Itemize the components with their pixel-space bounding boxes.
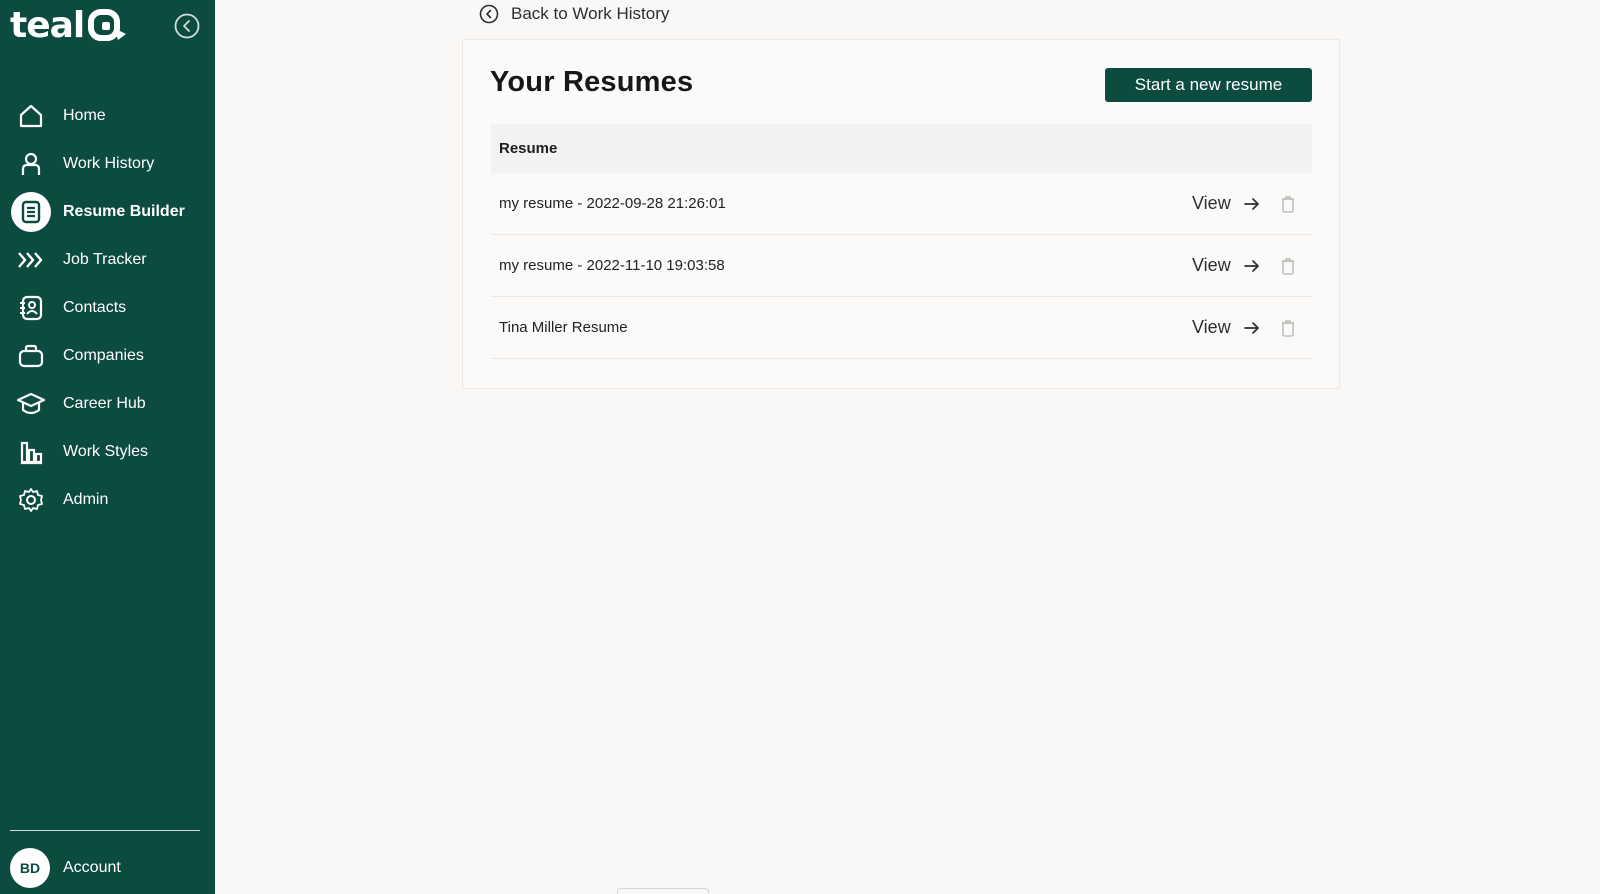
person-icon [13, 146, 49, 182]
account-menu[interactable]: BD Account [10, 848, 200, 888]
sidebar-item-label: Resume Builder [63, 203, 185, 220]
sidebar-item-contacts[interactable]: Contacts [0, 284, 215, 332]
gear-icon [13, 482, 49, 518]
table-row: Tina Miller Resume View [491, 297, 1312, 359]
column-header-resume: Resume [499, 140, 558, 157]
back-link-label: Back to Work History [511, 4, 670, 23]
view-button[interactable]: View [1192, 193, 1261, 214]
teal-logo[interactable]: teal [10, 6, 128, 46]
back-circle-icon [479, 4, 499, 24]
resume-name[interactable]: my resume - 2022-11-10 19:03:58 [499, 257, 725, 274]
sidebar-item-label: Contacts [63, 299, 127, 316]
view-label: View [1192, 193, 1231, 213]
sidebar-item-resume-builder[interactable]: Resume Builder [0, 188, 215, 236]
account-label: Account [63, 859, 121, 876]
sidebar-item-label: Admin [63, 491, 109, 508]
sidebar-item-career-hub[interactable]: Career Hub [0, 380, 215, 428]
collapse-sidebar-icon[interactable] [174, 13, 200, 39]
sidebar-item-label: Work History [63, 155, 155, 172]
resumes-table: Resume my resume - 2022-09-28 21:26:01 V… [491, 124, 1312, 359]
sidebar-item-work-styles[interactable]: Work Styles [0, 428, 215, 476]
view-button[interactable]: View [1192, 255, 1261, 276]
table-header: Resume [491, 124, 1312, 173]
trash-icon[interactable] [1279, 256, 1297, 276]
bar-chart-icon [13, 434, 49, 470]
sidebar-item-admin[interactable]: Admin [0, 476, 215, 524]
logo-text: teal [10, 5, 85, 46]
sidebar-item-label: Companies [63, 347, 144, 364]
page-title: Your Resumes [490, 66, 694, 98]
contact-book-icon [13, 290, 49, 326]
table-row: my resume - 2022-11-10 19:03:58 View [491, 235, 1312, 297]
sidebar-item-job-tracker[interactable]: Job Tracker [0, 236, 215, 284]
sidebar: teal Home Work History Resume Builder Jo… [0, 0, 215, 894]
back-to-work-history-link[interactable]: Back to Work History [479, 2, 669, 26]
sidebar-item-home[interactable]: Home [0, 92, 215, 140]
sidebar-item-label: Career Hub [63, 395, 146, 412]
table-row: my resume - 2022-09-28 21:26:01 View [491, 173, 1312, 235]
sidebar-item-work-history[interactable]: Work History [0, 140, 215, 188]
sidebar-item-companies[interactable]: Companies [0, 332, 215, 380]
resume-name[interactable]: my resume - 2022-09-28 21:26:01 [499, 195, 726, 212]
trash-icon[interactable] [1279, 194, 1297, 214]
view-button[interactable]: View [1192, 317, 1261, 338]
home-icon [13, 98, 49, 134]
view-label: View [1192, 255, 1231, 275]
arrow-right-icon [1243, 197, 1259, 210]
resume-name[interactable]: Tina Miller Resume [499, 319, 628, 336]
arrow-right-icon [1243, 321, 1259, 334]
graduation-cap-icon [13, 386, 49, 422]
document-icon [11, 192, 51, 232]
chevrons-right-icon [13, 242, 49, 278]
sidebar-item-label: Job Tracker [63, 251, 147, 268]
view-label: View [1192, 317, 1231, 337]
bottom-drawer-handle[interactable] [617, 888, 709, 894]
start-new-resume-button[interactable]: Start a new resume [1105, 68, 1312, 102]
briefcase-icon [13, 338, 49, 374]
sidebar-item-label: Work Styles [63, 443, 149, 460]
sidebar-nav: Home Work History Resume Builder Job Tra… [0, 92, 215, 524]
resumes-card: Your Resumes Start a new resume Resume m… [462, 39, 1340, 389]
teal-logo-mark-icon [88, 9, 127, 41]
arrow-right-icon [1243, 259, 1259, 272]
trash-icon[interactable] [1279, 318, 1297, 338]
sidebar-divider [10, 830, 200, 831]
sidebar-item-label: Home [63, 107, 106, 124]
avatar: BD [10, 848, 50, 888]
